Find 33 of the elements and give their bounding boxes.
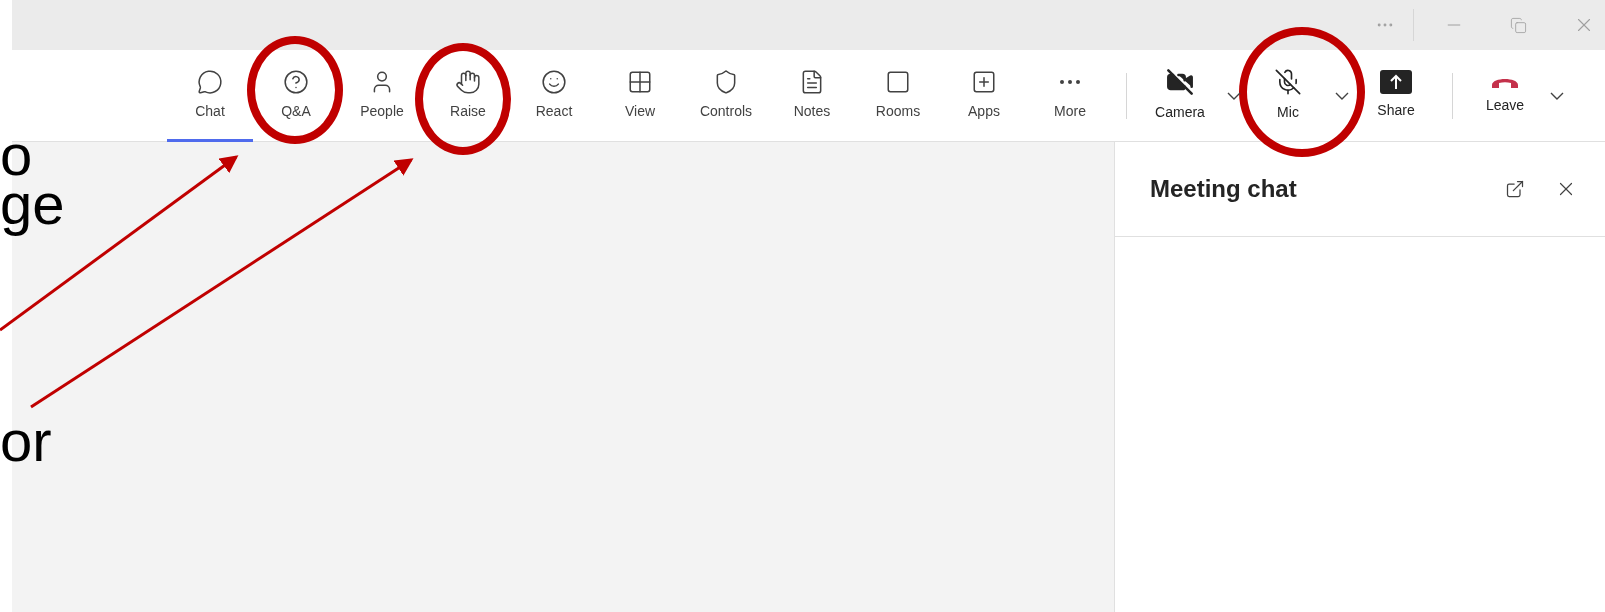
microphone-off-icon xyxy=(1274,68,1302,96)
toolbar-button[interactable]: Mic xyxy=(1252,49,1324,142)
toolbar-button[interactable]: Rooms xyxy=(855,49,941,142)
square-icon xyxy=(885,69,911,95)
slide-text: o xyxy=(0,126,33,184)
hand-icon xyxy=(455,69,481,95)
toolbar-button[interactable]: Apps xyxy=(941,49,1027,142)
slide-text: or xyxy=(0,412,52,470)
smiley-icon xyxy=(541,69,567,95)
toolbar-button[interactable]: Q&A xyxy=(253,49,339,142)
more-icon xyxy=(1060,80,1080,84)
share-button[interactable]: Share xyxy=(1360,49,1432,142)
chevron-down-icon xyxy=(1227,91,1241,100)
plus-icon xyxy=(971,69,997,95)
panel-title: Meeting chat xyxy=(1150,174,1298,204)
toolbar-button[interactable]: People xyxy=(339,49,425,142)
restore-icon[interactable] xyxy=(1510,16,1527,34)
chevron-down-icon xyxy=(1550,91,1564,100)
leave-button[interactable]: Leave xyxy=(1469,49,1541,142)
toolbar-button[interactable]: Raise xyxy=(425,49,511,142)
share-screen-icon xyxy=(1380,70,1412,94)
toolbar-button[interactable]: React xyxy=(511,49,597,142)
toolbar-button[interactable]: Camera xyxy=(1144,49,1216,142)
chevron-down-icon xyxy=(1335,91,1349,100)
toolbar-button[interactable]: Controls xyxy=(683,49,769,142)
toolbar-button[interactable]: More xyxy=(1027,49,1113,142)
video-camera-off-icon xyxy=(1166,68,1194,96)
toolbar-button[interactable]: Notes xyxy=(769,49,855,142)
question-icon xyxy=(283,69,309,95)
grid-icon xyxy=(627,69,653,95)
chat-bubble-icon xyxy=(197,69,223,95)
pop-out-icon[interactable] xyxy=(1505,179,1525,199)
toolbar-button[interactable]: View xyxy=(597,49,683,142)
